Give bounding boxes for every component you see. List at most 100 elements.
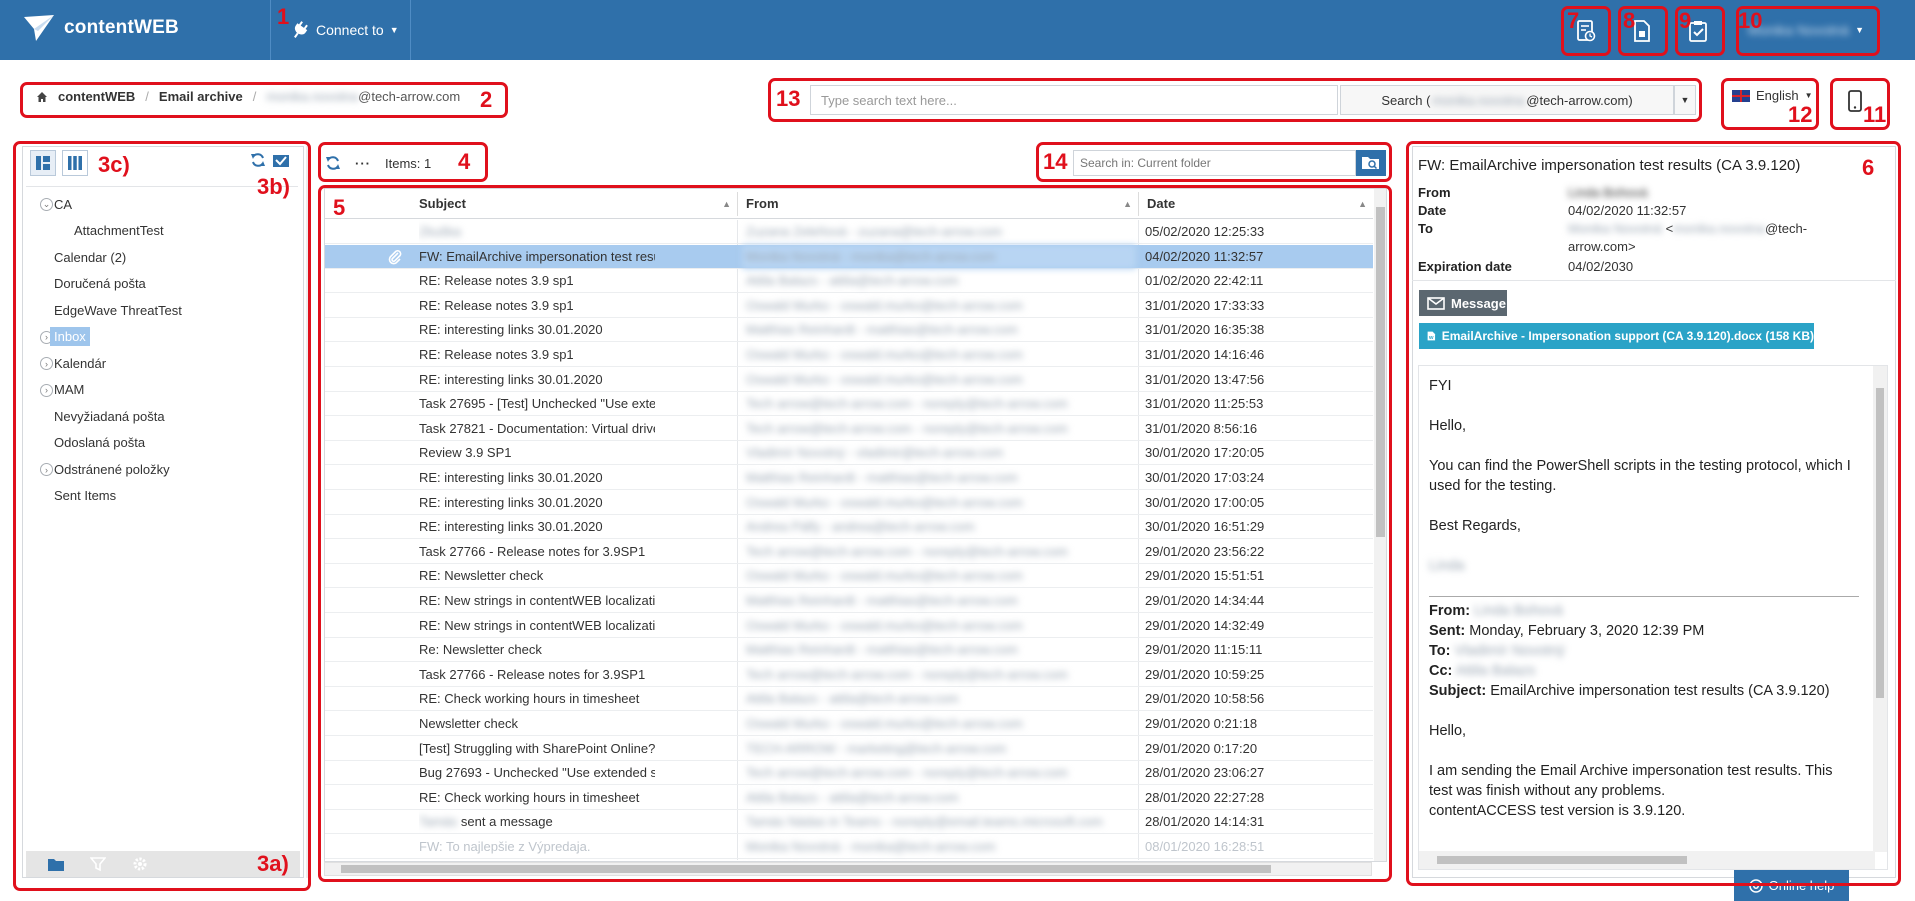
mail-date: 31/01/2020 8:56:16 xyxy=(1145,420,1258,436)
search-button-user: monika.novotna xyxy=(1432,92,1525,108)
items-count: Items: 1 xyxy=(385,155,432,171)
column-header-date[interactable]: Date ▲ xyxy=(1139,189,1373,219)
app-logo[interactable]: contentWEB xyxy=(22,13,179,43)
column-header-subject-label: Subject xyxy=(419,196,466,211)
folder-item[interactable]: Doručená pošta xyxy=(26,271,298,298)
mail-check-icon[interactable] xyxy=(272,152,290,168)
annotation-label-11: 11 xyxy=(1863,102,1887,127)
mail-row[interactable]: Zkuška Zuzana Zeleňová - zuzana@tech-arro… xyxy=(325,220,1373,244)
mail-row[interactable]: RE: Check working hours in timesheet Atti… xyxy=(325,786,1373,810)
folder-item-label: Doručená pošta xyxy=(54,276,146,292)
search-input[interactable]: Type search text here... xyxy=(810,85,1338,115)
scrollbar-thumb[interactable] xyxy=(341,865,1271,873)
mail-row[interactable]: RE: Check working hours in timesheet Atti… xyxy=(325,687,1373,712)
folder-item[interactable]: › Kalendár xyxy=(26,350,298,377)
mail-row[interactable]: Bug 27693 - Unchecked "Use extended sear… xyxy=(325,761,1373,786)
annotation-label-3c: 3c) xyxy=(98,152,130,177)
mail-row[interactable]: FW: To najlepšie z Výpredaja. Monika Novo… xyxy=(325,835,1373,859)
mail-row[interactable]: Newsletter check Oswald Murko - oswald.mu… xyxy=(325,712,1373,736)
folder-item[interactable]: › MAM xyxy=(26,377,298,404)
grid-header: Subject ▲ From ▲ Date ▲ xyxy=(325,189,1373,219)
connect-to-menu[interactable]: Connect to ▼ xyxy=(290,0,399,60)
breadcrumb-section[interactable]: Email archive xyxy=(159,89,243,104)
message-button[interactable]: Message xyxy=(1419,290,1507,316)
tab-folders[interactable] xyxy=(46,854,66,874)
tab-filter[interactable] xyxy=(88,854,108,874)
mail-row[interactable]: RE: interesting links 30.01.2020 Matthias… xyxy=(325,318,1373,343)
scrollbar-thumb[interactable] xyxy=(1876,388,1884,698)
online-help-button[interactable]: Online help xyxy=(1734,870,1849,901)
folder-item[interactable]: Odoslaná pošta xyxy=(26,430,298,457)
layout-toggle-columns[interactable] xyxy=(62,150,88,176)
folder-item[interactable]: AttachmentTest xyxy=(26,218,298,245)
mail-row[interactable]: RE: Release notes 3.9 sp1 Attila Balazs -… xyxy=(325,269,1373,294)
folder-item[interactable]: Calendar (2) xyxy=(26,244,298,271)
quoted-subject-label: Subject: xyxy=(1429,683,1487,699)
mail-from: Attila Balazs - attila@tech-arrow.com xyxy=(746,273,959,289)
annotation-label-4: 4 xyxy=(458,149,471,174)
scrollbar-thumb[interactable] xyxy=(1376,207,1385,537)
panel-splitter[interactable] xyxy=(306,146,309,878)
mail-row[interactable]: Task 27821 - Documentation: Virtual driv… xyxy=(325,417,1373,441)
list-toolbar: ··· Items: 1 xyxy=(325,148,431,178)
scrollbar-thumb[interactable] xyxy=(1437,856,1687,864)
word-document-icon: W xyxy=(1427,331,1436,341)
mail-row[interactable]: RE: New strings in contentWEB localizati… xyxy=(325,589,1373,613)
list-horizontal-scrollbar[interactable] xyxy=(324,862,1372,876)
breadcrumb-home[interactable]: contentWEB xyxy=(58,89,135,104)
preview-divider xyxy=(1412,280,1896,281)
search-button[interactable]: Search ( monika.novotna @tech-arrow.com) xyxy=(1340,85,1674,115)
refresh-icon[interactable] xyxy=(250,152,266,168)
search-scope-dropdown[interactable]: ▼ xyxy=(1674,85,1696,115)
mail-date: 31/01/2020 11:25:53 xyxy=(1145,396,1264,412)
mail-date: 29/01/2020 14:34:44 xyxy=(1145,593,1265,608)
breadcrumb-separator: / xyxy=(252,89,257,104)
mail-row[interactable]: [Test] Struggling with SharePoint Online… xyxy=(325,737,1373,761)
mail-row[interactable]: Task 27766 - Release notes for 3.9SP1 Tec… xyxy=(325,663,1373,687)
body-horizontal-scrollbar[interactable] xyxy=(1419,851,1875,869)
column-header-subject[interactable]: Subject ▲ xyxy=(411,189,737,219)
layout-toggle-preview[interactable] xyxy=(30,150,56,176)
folder-search-input[interactable]: Search in: Current folder xyxy=(1073,150,1356,176)
column-header-from[interactable]: From ▲ xyxy=(738,189,1138,219)
folder-item[interactable]: Sent Items xyxy=(26,483,298,510)
attachment-button[interactable]: W EmailArchive - Impersonation support (… xyxy=(1419,323,1814,349)
quoted-sent-label: Sent: xyxy=(1429,623,1466,639)
mail-row[interactable]: RE: Newsletter check Oswald Murko - oswal… xyxy=(325,564,1373,589)
list-vertical-scrollbar[interactable] xyxy=(1374,189,1386,861)
folder-item[interactable]: › Odstránené položky xyxy=(26,456,298,483)
column-header-from-label: From xyxy=(746,196,779,211)
mail-row[interactable]: Task 27766 - Release notes for 3.9SP1 Tec… xyxy=(325,540,1373,564)
mail-date: 30/01/2020 17:20:05 xyxy=(1145,445,1265,461)
mail-row[interactable]: RE: New strings in contentWEB localizati… xyxy=(325,614,1373,638)
meta-from-label: From xyxy=(1418,185,1451,200)
mail-date: 29/01/2020 14:32:49 xyxy=(1145,617,1265,633)
folder-item[interactable]: › Inbox xyxy=(26,324,298,351)
mail-row[interactable]: RE: interesting links 30.01.2020 Matthias… xyxy=(325,466,1373,490)
body-vertical-scrollbar[interactable] xyxy=(1873,366,1887,852)
folder-item[interactable]: EdgeWave ThreatTest xyxy=(26,297,298,324)
mail-row[interactable]: Re: Newsletter check Matthias Reinhardt -… xyxy=(325,638,1373,663)
mail-row[interactable]: RE: interesting links 30.01.2020 Andrea P… xyxy=(325,515,1373,540)
folder-item[interactable]: Nevyžiadaná pošta xyxy=(26,403,298,430)
mail-row[interactable]: Tamás sent a message Tamás Nádas in Teams… xyxy=(325,810,1373,835)
folder-search-placeholder: Search in: Current folder xyxy=(1080,156,1211,170)
mail-from: Andrea Pálfy - andrea@tech-arrow.com xyxy=(746,519,975,535)
mail-from: Tech arrow@tech-arrow.com - noreply@tech… xyxy=(746,543,1068,559)
refresh-icon[interactable] xyxy=(325,155,341,171)
mail-row[interactable]: RE: Release notes 3.9 sp1 Oswald Murko - … xyxy=(325,343,1373,367)
folder-search-button[interactable] xyxy=(1356,150,1386,176)
annotation-label-8: 8 xyxy=(1623,8,1636,33)
mail-row[interactable]: RE: interesting links 30.01.2020 Oswald M… xyxy=(325,491,1373,515)
language-selector[interactable]: English ▼ xyxy=(1732,88,1813,103)
tab-settings[interactable] xyxy=(130,854,150,874)
mail-row[interactable]: FW: EmailArchive impersonation test resu… xyxy=(325,244,1373,269)
mail-row[interactable]: RE: Release notes 3.9 sp1 Oswald Murko - … xyxy=(325,294,1373,318)
mail-row[interactable]: Review 3.9 SP1 Vladimír Novotný - vladimi… xyxy=(325,441,1373,466)
mail-from: Oswald Murko - oswald.murko@tech-arrow.c… xyxy=(746,494,1023,510)
mail-subject: Task 27821 - Documentation: Virtual driv… xyxy=(419,420,655,436)
more-actions-icon[interactable]: ··· xyxy=(355,156,371,171)
mail-row[interactable]: RE: interesting links 30.01.2020 Oswald M… xyxy=(325,368,1373,392)
mail-row[interactable]: Task 27695 - [Test] Unchecked "Use exten… xyxy=(325,392,1373,417)
folder-actions xyxy=(250,152,290,168)
